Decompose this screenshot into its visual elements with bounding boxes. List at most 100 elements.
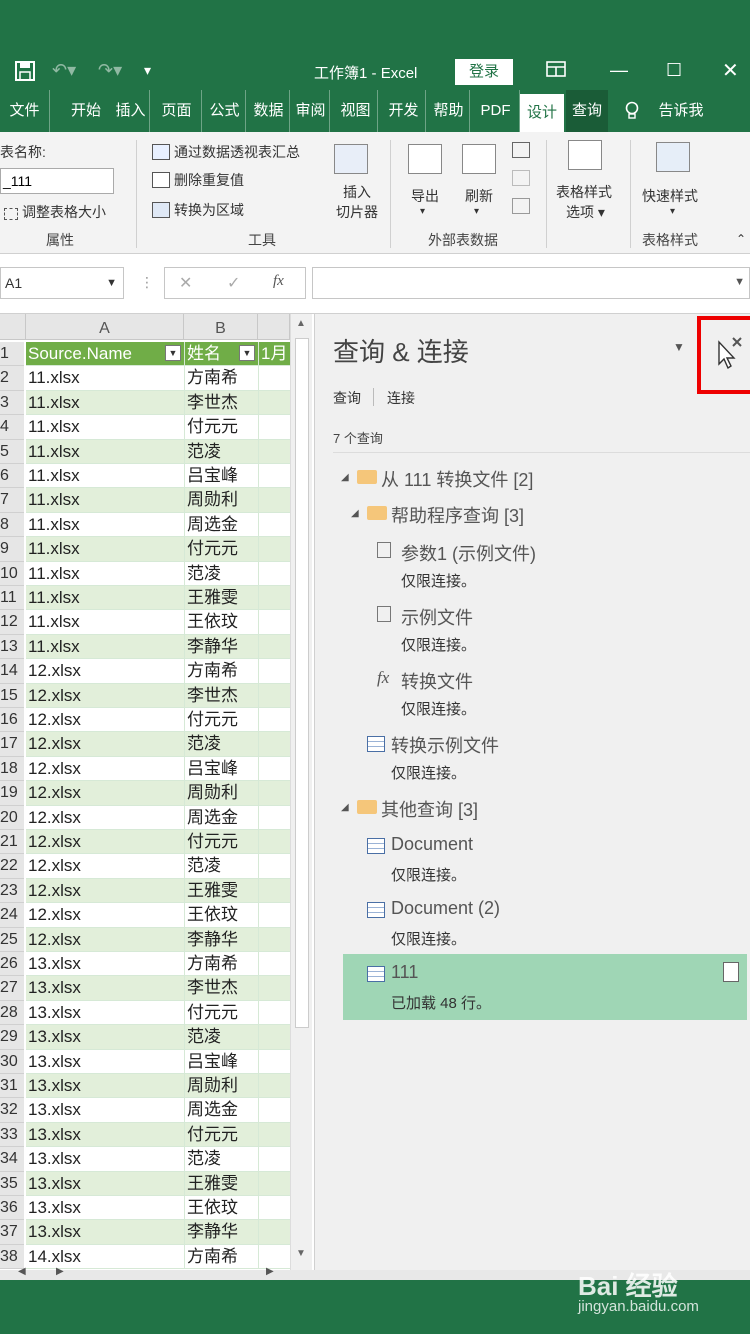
cell-name[interactable]: 周选金 [184, 805, 258, 830]
close-pane-icon[interactable] [715, 336, 745, 376]
cell-name[interactable]: 王依玟 [184, 610, 258, 635]
cell-source-name[interactable]: 13.xlsx [26, 1122, 184, 1148]
cell-source-name[interactable]: 11.xlsx [26, 488, 184, 513]
tab-data[interactable]: 数据 [248, 90, 290, 132]
header-source-name[interactable]: Source.Name ▼ [26, 342, 184, 367]
row-number[interactable]: 2 [0, 366, 24, 391]
cell-source-name[interactable]: 11.xlsx [26, 537, 184, 562]
cell-name[interactable]: 周选金 [184, 1098, 258, 1123]
collapse-icon[interactable]: ◢ [351, 508, 359, 519]
cell-name[interactable]: 李静华 [184, 927, 258, 952]
name-box[interactable]: A1 ▼ [0, 267, 124, 299]
cell-name[interactable]: 王雅雯 [184, 878, 258, 904]
row-number[interactable]: 3 [0, 390, 24, 416]
cell-jan[interactable] [258, 878, 290, 904]
row-number[interactable]: 23 [0, 878, 24, 904]
cell-source-name[interactable]: 13.xlsx [26, 1147, 184, 1172]
tab-connections[interactable]: 连接 [387, 388, 415, 408]
cell-jan[interactable] [258, 464, 290, 489]
cell-source-name[interactable]: 11.xlsx [26, 415, 184, 440]
cell-name[interactable]: 范凌 [184, 732, 258, 757]
cell-jan[interactable] [258, 1000, 290, 1026]
row-number[interactable]: 8 [0, 512, 24, 538]
cell-name[interactable]: 方南希 [184, 659, 258, 684]
cell-source-name[interactable]: 12.xlsx [26, 854, 184, 879]
header-jan[interactable]: 1月 [258, 342, 290, 367]
cell-jan[interactable] [258, 1025, 290, 1050]
cell-name[interactable]: 范凌 [184, 1147, 258, 1172]
cell-jan[interactable] [258, 976, 290, 1001]
row-number[interactable]: 21 [0, 830, 24, 855]
row-number[interactable]: 34 [0, 1147, 24, 1172]
cell-name[interactable]: 付元元 [184, 708, 258, 733]
group-transform-file[interactable]: 从 111 转换文件 [2] [381, 466, 533, 492]
cell-jan[interactable] [258, 537, 290, 562]
cell-name[interactable]: 李世杰 [184, 976, 258, 1001]
tab-developer[interactable]: 开发 [382, 90, 426, 132]
function-icon[interactable]: fx [273, 273, 284, 290]
group-helper-queries[interactable]: 帮助程序查询 [3] [391, 502, 524, 528]
cell-name[interactable]: 吕宝峰 [184, 756, 258, 782]
tab-help[interactable]: 帮助 [428, 90, 470, 132]
cell-jan[interactable] [258, 586, 290, 611]
cell-source-name[interactable]: 11.xlsx [26, 634, 184, 660]
cell-jan[interactable] [258, 1049, 290, 1074]
export-dropdown-icon[interactable]: ▾ [420, 206, 425, 217]
insert-slicer-button[interactable]: 插入 切片器 [336, 182, 378, 222]
cell-name[interactable]: 周勋利 [184, 488, 258, 513]
cell-name[interactable]: 王依玟 [184, 903, 258, 928]
cell-jan[interactable] [258, 830, 290, 855]
pivot-summarize-button[interactable]: 通过数据透视表汇总 [152, 142, 300, 162]
ribbon-display-icon[interactable] [546, 60, 566, 83]
cell-name[interactable]: 范凌 [184, 854, 258, 879]
collapse-icon[interactable]: ◢ [341, 472, 349, 483]
cell-source-name[interactable]: 12.xlsx [26, 757, 184, 782]
expand-formula-icon[interactable]: ▼ [734, 276, 745, 288]
vertical-scrollbar[interactable]: ▲ ▼ [290, 314, 312, 1270]
group-other-queries[interactable]: 其他查询 [3] [381, 796, 478, 822]
cell-name[interactable]: 付元元 [184, 537, 258, 562]
row-number[interactable]: 20 [0, 805, 24, 830]
row-number[interactable]: 32 [0, 1098, 24, 1123]
row-number[interactable]: 1 [0, 342, 24, 367]
cell-source-name[interactable]: 13.xlsx [26, 1196, 184, 1221]
filter-dropdown-icon[interactable]: ▼ [239, 345, 255, 361]
cell-jan[interactable] [258, 1098, 290, 1123]
minimize-icon[interactable]: — [610, 60, 628, 81]
row-number[interactable]: 5 [0, 439, 24, 464]
cell-source-name[interactable]: 13.xlsx [26, 1171, 184, 1196]
cell-name[interactable]: 方南希 [184, 1244, 258, 1270]
cell-jan[interactable] [258, 1171, 290, 1196]
tab-queries[interactable]: 查询 [333, 388, 361, 408]
query-111[interactable]: 111 [391, 962, 418, 983]
row-number[interactable]: 17 [0, 732, 24, 757]
cell-jan[interactable] [258, 927, 290, 952]
cell-jan[interactable] [258, 659, 290, 684]
query-parameter1[interactable]: 参数1 (示例文件) [401, 540, 536, 566]
login-button[interactable]: 登录 [455, 59, 513, 85]
row-number[interactable]: 29 [0, 1025, 24, 1050]
scroll-down-icon[interactable]: ▼ [296, 1248, 306, 1259]
cell-name[interactable]: 王依玟 [184, 1196, 258, 1221]
cell-name[interactable]: 王雅雯 [184, 1171, 258, 1196]
cell-name[interactable]: 吕宝峰 [184, 1049, 258, 1074]
refresh-button[interactable]: 刷新 [465, 186, 493, 206]
scrollbar-thumb[interactable] [295, 338, 309, 1028]
scroll-right-icon[interactable]: ▶ [266, 1266, 274, 1277]
worksheet[interactable]: A B 1 Source.Name ▼ 姓名 ▼ 1月 2 11.xlsx 方南希 3 11… [0, 314, 312, 1270]
row-number[interactable]: 30 [0, 1049, 24, 1074]
row-number[interactable]: 10 [0, 561, 24, 586]
cell-jan[interactable] [258, 366, 290, 391]
cell-source-name[interactable]: 12.xlsx [26, 781, 184, 806]
cell-source-name[interactable]: 11.xlsx [26, 586, 184, 611]
cell-jan[interactable] [258, 634, 290, 660]
cell-source-name[interactable]: 13.xlsx [26, 1220, 184, 1245]
cell-name[interactable]: 范凌 [184, 1025, 258, 1050]
cell-source-name[interactable]: 13.xlsx [26, 1001, 184, 1026]
tab-view[interactable]: 视图 [334, 90, 378, 132]
row-number[interactable]: 26 [0, 952, 24, 977]
row-number[interactable]: 16 [0, 708, 24, 733]
enter-icon[interactable]: ✓ [227, 273, 240, 293]
cell-source-name[interactable]: 11.xlsx [26, 562, 184, 586]
tab-page-layout[interactable]: 页面 [152, 90, 202, 132]
